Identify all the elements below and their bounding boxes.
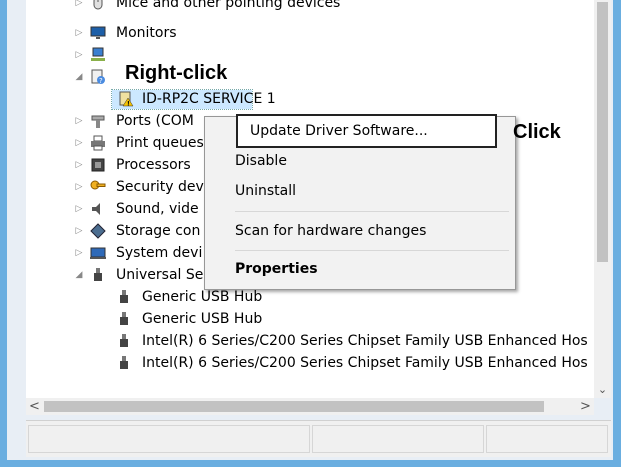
usb-device-icon [120,356,128,369]
scroll-left-icon[interactable]: < [26,398,43,415]
port-icon [91,115,105,128]
vertical-scrollbar[interactable]: ⌄ [594,0,611,398]
storage-icon [90,223,106,239]
menu-separator [235,211,509,212]
expand-arrow-icon[interactable]: ▷ [74,160,84,170]
tree-item-intel-usb-enhanced[interactable]: Intel(R) 6 Series/C200 Series Chipset Fa… [26,330,594,352]
right-click-callout: Right-click [125,62,228,84]
expand-arrow-icon[interactable]: ▷ [74,116,84,126]
tree-item-label: Mice and other pointing devices [116,0,341,11]
expand-arrow-icon[interactable]: ▷ [74,0,84,8]
menu-item-label: Update Driver Software... [250,123,428,139]
warning-device-icon: ! [119,91,134,108]
tree-item-label: Security dev [116,179,204,195]
expand-arrow-icon[interactable]: ▷ [74,226,84,236]
menu-item-disable[interactable]: Disable [235,153,287,169]
usb-icon [94,268,102,281]
tree-item-monitors[interactable]: ▷ Monitors [26,22,594,44]
collapse-arrow-icon[interactable]: ◢ [74,270,84,280]
processor-icon [91,158,105,172]
tree-item-label: Ports (COM [116,113,194,129]
collapse-arrow-icon[interactable]: ◢ [74,72,84,82]
horizontal-scrollbar[interactable]: < > [26,398,594,415]
tree-item-network[interactable]: ▷ [26,44,594,66]
tree-item-mice[interactable]: ▷ Mice and other pointing devices [26,0,594,14]
printer-icon [91,135,105,151]
sound-icon [92,203,100,215]
usb-device-icon [120,334,128,347]
status-pane-2 [312,425,484,453]
expand-arrow-icon[interactable]: ▷ [74,248,84,258]
menu-item-uninstall[interactable]: Uninstall [235,183,296,199]
expand-arrow-icon[interactable]: ▷ [74,204,84,214]
tree-item-generic-usb-hub[interactable]: Generic USB Hub [26,308,594,330]
tree-item-label: Generic USB Hub [142,311,263,327]
scroll-right-icon[interactable]: > [577,398,594,415]
tree-item-label: Processors [116,157,191,173]
tree-item-label: System devi [116,245,203,261]
menu-item-update-driver[interactable]: Update Driver Software... [236,114,497,148]
tree-item-label: Storage con [116,223,201,239]
monitor-icon [90,26,106,39]
status-pane-1 [28,425,310,453]
menu-item-scan-hardware[interactable]: Scan for hardware changes [235,223,426,239]
menu-item-properties[interactable]: Properties [235,261,318,277]
tree-item-label: Print queues [116,135,204,151]
tree-item-id-rp2c-service[interactable]: ! ID-RP2C SERVICE 1 [26,88,594,110]
status-pane-3 [486,425,608,453]
expand-arrow-icon[interactable]: ▷ [74,138,84,148]
expand-arrow-icon[interactable]: ▷ [74,182,84,192]
mouse-icon [93,0,103,10]
status-bar [26,420,611,457]
tree-item-label: Intel(R) 6 Series/C200 Series Chipset Fa… [142,355,588,371]
system-icon [90,247,106,259]
click-callout: Click [513,121,561,143]
horizontal-scroll-thumb[interactable] [44,401,544,412]
usb-device-icon [120,290,128,303]
menu-separator [235,250,509,251]
tree-item-label: ID-RP2C SERVICE 1 [142,91,276,107]
expand-arrow-icon[interactable]: ▷ [74,50,84,60]
scroll-down-icon[interactable]: ⌄ [594,381,611,398]
security-icon [90,180,106,190]
network-icon [91,47,105,61]
tree-item-label: Monitors [116,25,177,41]
tree-item-label: Sound, vide [116,201,199,217]
expand-arrow-icon[interactable]: ▷ [74,28,84,38]
vertical-scroll-thumb[interactable] [597,2,608,262]
tree-item-other-devices[interactable]: ◢ ? [26,66,594,88]
svg-text:!: ! [127,101,130,108]
usb-device-icon [120,312,128,325]
tree-item-label: Intel(R) 6 Series/C200 Series Chipset Fa… [142,333,588,349]
unknown-device-icon: ? [91,69,105,85]
tree-item-intel-usb-enhanced[interactable]: Intel(R) 6 Series/C200 Series Chipset Fa… [26,352,594,374]
svg-text:?: ? [99,77,103,85]
